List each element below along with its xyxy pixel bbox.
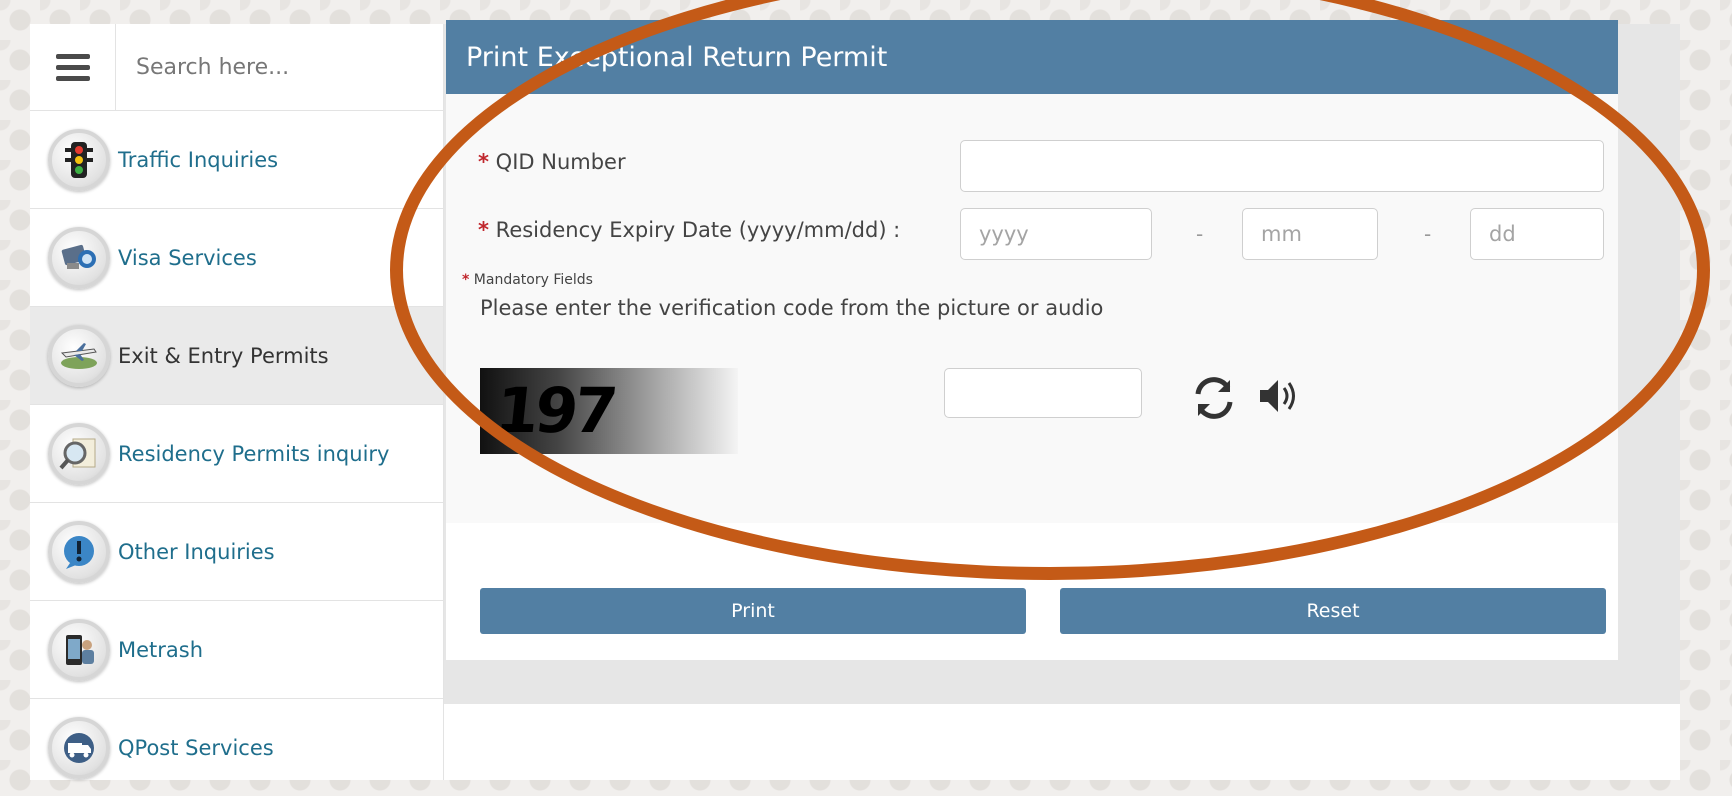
qid-label-text: QID Number bbox=[495, 150, 626, 174]
date-separator: - bbox=[1196, 222, 1204, 246]
traffic-light-icon bbox=[48, 128, 110, 191]
captcha-text: 197 bbox=[492, 374, 618, 447]
sidebar-item-label: Other Inquiries bbox=[118, 539, 275, 564]
audio-captcha-icon[interactable] bbox=[1256, 374, 1300, 422]
verification-instructions: Please enter the verification code from … bbox=[480, 296, 1104, 320]
refresh-captcha-icon[interactable] bbox=[1190, 374, 1238, 426]
qid-number-input[interactable] bbox=[960, 140, 1604, 192]
permit-form: * QID Number * Residency Expiry Date (yy… bbox=[446, 94, 1618, 523]
sidebar-item-residency-permits-inquiry[interactable]: Residency Permits inquiry bbox=[30, 405, 443, 503]
sidebar-item-other-inquiries[interactable]: Other Inquiries bbox=[30, 503, 443, 601]
sidebar-item-visa-services[interactable]: Visa Services bbox=[30, 209, 443, 307]
sidebar-item-label: Visa Services bbox=[118, 245, 257, 270]
mandatory-fields-note: * Mandatory Fields bbox=[462, 272, 593, 288]
required-marker: * bbox=[478, 150, 489, 174]
info-icon bbox=[48, 520, 110, 583]
residency-expiry-label: * Residency Expiry Date (yyyy/mm/dd) : bbox=[478, 218, 900, 242]
sidebar-item-label: Traffic Inquiries bbox=[118, 147, 279, 172]
date-separator: - bbox=[1424, 222, 1432, 246]
passport-icon bbox=[48, 226, 110, 289]
reset-button[interactable]: Reset bbox=[1060, 588, 1606, 634]
hamburger-menu-icon[interactable] bbox=[30, 24, 116, 110]
sidebar-item-traffic-inquiries[interactable]: Traffic Inquiries bbox=[30, 111, 443, 209]
sidebar-item-label: QPost Services bbox=[118, 735, 274, 760]
sidebar-item-label: Exit & Entry Permits bbox=[118, 343, 329, 368]
magnifier-document-icon bbox=[48, 422, 110, 485]
sidebar-item-qpost-services[interactable]: QPost Services bbox=[30, 699, 443, 796]
qid-label: * QID Number bbox=[478, 150, 626, 174]
residency-expiry-label-text: Residency Expiry Date (yyyy/mm/dd) : bbox=[495, 218, 901, 242]
sidebar-item-exit-entry-permits[interactable]: Exit & Entry Permits bbox=[30, 307, 443, 405]
captcha-image: 197 bbox=[480, 368, 738, 454]
airplane-icon bbox=[48, 324, 110, 387]
delivery-truck-icon bbox=[48, 716, 110, 779]
search-input[interactable] bbox=[134, 53, 418, 81]
sidebar-item-metrash[interactable]: Metrash bbox=[30, 601, 443, 699]
print-button[interactable]: Print bbox=[480, 588, 1026, 634]
exceptional-return-permit-card: Print Exceptional Return Permit * QID Nu… bbox=[446, 20, 1618, 660]
required-marker: * bbox=[478, 218, 489, 242]
mobile-phone-icon bbox=[48, 618, 110, 681]
sidebar-item-label: Residency Permits inquiry bbox=[118, 441, 390, 466]
sidebar: Traffic Inquiries Visa Services bbox=[30, 24, 444, 780]
mandatory-fields-text: Mandatory Fields bbox=[473, 272, 593, 288]
page-title: Print Exceptional Return Permit bbox=[446, 20, 1618, 94]
sidebar-item-label: Metrash bbox=[118, 637, 204, 662]
captcha-input[interactable] bbox=[944, 368, 1142, 418]
expiry-year-input[interactable] bbox=[960, 208, 1152, 260]
required-marker: * bbox=[462, 272, 470, 288]
expiry-day-input[interactable] bbox=[1470, 208, 1604, 260]
expiry-month-input[interactable] bbox=[1242, 208, 1378, 260]
search-bar bbox=[30, 24, 443, 111]
